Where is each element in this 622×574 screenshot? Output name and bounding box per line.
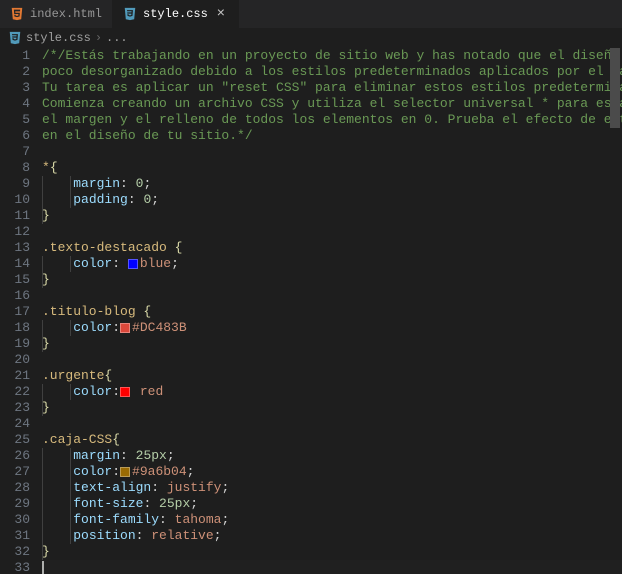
line-number: 2 xyxy=(0,64,30,80)
line-number: 16 xyxy=(0,288,30,304)
code-line[interactable] xyxy=(42,144,622,160)
line-number: 5 xyxy=(0,112,30,128)
line-number: 20 xyxy=(0,352,30,368)
line-number: 12 xyxy=(0,224,30,240)
line-number: 28 xyxy=(0,480,30,496)
line-number: 14 xyxy=(0,256,30,272)
code-line[interactable] xyxy=(42,224,622,240)
code-line[interactable]: .texto-destacado { xyxy=(42,240,622,256)
line-number: 23 xyxy=(0,400,30,416)
scrollbar-vertical[interactable] xyxy=(610,48,620,128)
code-content[interactable]: /*/Estás trabajando en un proyecto de si… xyxy=(42,48,622,574)
line-number: 4 xyxy=(0,96,30,112)
line-number: 3 xyxy=(0,80,30,96)
line-number: 8 xyxy=(0,160,30,176)
code-line[interactable]: position: relative; xyxy=(42,528,622,544)
code-line[interactable]: color:#DC483B xyxy=(42,320,622,336)
tab-style-css[interactable]: style.css × xyxy=(113,0,239,28)
line-number: 33 xyxy=(0,560,30,574)
code-line[interactable]: .titulo-blog { xyxy=(42,304,622,320)
code-line[interactable]: color: red xyxy=(42,384,622,400)
line-number: 27 xyxy=(0,464,30,480)
code-line[interactable]: .caja-CSS{ xyxy=(42,432,622,448)
code-line[interactable]: el margen y el relleno de todos los elem… xyxy=(42,112,622,128)
code-line[interactable]: color:#9a6b04; xyxy=(42,464,622,480)
line-number: 22 xyxy=(0,384,30,400)
code-line[interactable]: margin: 25px; xyxy=(42,448,622,464)
code-line[interactable]: en el diseño de tu sitio.*/ xyxy=(42,128,622,144)
code-line[interactable]: } xyxy=(42,272,622,288)
code-line[interactable]: } xyxy=(42,336,622,352)
line-number: 10 xyxy=(0,192,30,208)
code-line[interactable]: font-family: tahoma; xyxy=(42,512,622,528)
line-number-gutter: 1234567891011121314151617181920212223242… xyxy=(0,48,42,574)
code-line[interactable]: Tu tarea es aplicar un "reset CSS" para … xyxy=(42,80,622,96)
html-icon xyxy=(10,7,24,21)
line-number: 25 xyxy=(0,432,30,448)
css-icon xyxy=(123,7,137,21)
line-number: 31 xyxy=(0,528,30,544)
line-number: 18 xyxy=(0,320,30,336)
tab-label: index.html xyxy=(30,7,102,21)
code-line[interactable] xyxy=(42,560,622,574)
code-line[interactable] xyxy=(42,288,622,304)
code-line[interactable]: /*/Estás trabajando en un proyecto de si… xyxy=(42,48,622,64)
line-number: 13 xyxy=(0,240,30,256)
code-line[interactable]: margin: 0; xyxy=(42,176,622,192)
tab-index-html[interactable]: index.html xyxy=(0,0,113,28)
tab-label: style.css xyxy=(143,7,208,21)
code-line[interactable]: padding: 0; xyxy=(42,192,622,208)
line-number: 19 xyxy=(0,336,30,352)
code-line[interactable]: } xyxy=(42,400,622,416)
line-number: 17 xyxy=(0,304,30,320)
code-line[interactable]: } xyxy=(42,544,622,560)
chevron-right-icon: › xyxy=(95,31,102,45)
line-number: 29 xyxy=(0,496,30,512)
breadcrumb-file[interactable]: style.css xyxy=(26,31,91,45)
line-number: 21 xyxy=(0,368,30,384)
line-number: 30 xyxy=(0,512,30,528)
code-line[interactable]: color: blue; xyxy=(42,256,622,272)
code-line[interactable] xyxy=(42,352,622,368)
code-editor[interactable]: 1234567891011121314151617181920212223242… xyxy=(0,48,622,574)
line-number: 9 xyxy=(0,176,30,192)
line-number: 15 xyxy=(0,272,30,288)
line-number: 1 xyxy=(0,48,30,64)
close-icon[interactable]: × xyxy=(214,7,228,21)
line-number: 7 xyxy=(0,144,30,160)
code-line[interactable]: *{ xyxy=(42,160,622,176)
line-number: 32 xyxy=(0,544,30,560)
code-line[interactable] xyxy=(42,416,622,432)
editor-tabs: index.html style.css × xyxy=(0,0,622,28)
line-number: 11 xyxy=(0,208,30,224)
code-line[interactable]: font-size: 25px; xyxy=(42,496,622,512)
line-number: 24 xyxy=(0,416,30,432)
breadcrumb: style.css › ... xyxy=(0,28,622,48)
css-icon xyxy=(8,31,22,45)
line-number: 6 xyxy=(0,128,30,144)
code-line[interactable]: } xyxy=(42,208,622,224)
code-line[interactable]: Comienza creando un archivo CSS y utiliz… xyxy=(42,96,622,112)
code-line[interactable]: .urgente{ xyxy=(42,368,622,384)
breadcrumb-more[interactable]: ... xyxy=(106,31,128,45)
code-line[interactable]: poco desorganizado debido a los estilos … xyxy=(42,64,622,80)
line-number: 26 xyxy=(0,448,30,464)
code-line[interactable]: text-align: justify; xyxy=(42,480,622,496)
